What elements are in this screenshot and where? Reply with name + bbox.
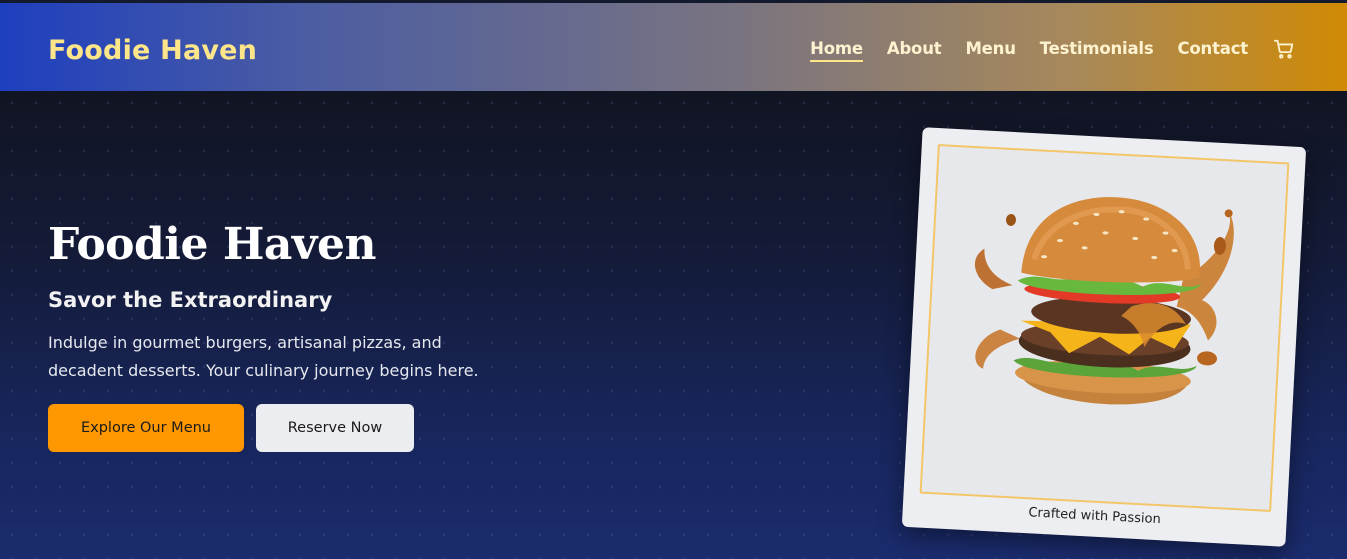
hero-subtitle: Savor the Extraordinary (48, 288, 333, 312)
brand-logo[interactable]: Foodie Haven (48, 35, 257, 66)
burger-image (975, 197, 1234, 405)
hero-title: Foodie Haven (48, 219, 376, 270)
nav-link-contact[interactable]: Contact (1178, 39, 1249, 62)
hero-description: Indulge in gourmet burgers, artisanal pi… (48, 333, 479, 380)
cart-icon[interactable] (1273, 38, 1295, 60)
hero-section: Foodie Haven Savor the Extraordinary Ind… (0, 91, 1347, 559)
featured-card: Crafted with Passion (901, 127, 1307, 547)
nav-link-about[interactable]: About (887, 39, 942, 62)
nav-link-home[interactable]: Home (810, 39, 863, 62)
nav-link-testimonials[interactable]: Testimonials (1040, 39, 1154, 62)
nav-link-menu[interactable]: Menu (965, 39, 1016, 62)
nav-links: Home About Menu Testimonials Contact (786, 39, 1248, 62)
page: Foodie Haven Home About Menu Testimonial… (0, 0, 1347, 559)
card-image-frame (919, 144, 1290, 512)
navbar: Foodie Haven Home About Menu Testimonial… (0, 0, 1347, 91)
reserve-now-button[interactable]: Reserve Now (256, 404, 414, 452)
explore-menu-button[interactable]: Explore Our Menu (48, 404, 244, 452)
